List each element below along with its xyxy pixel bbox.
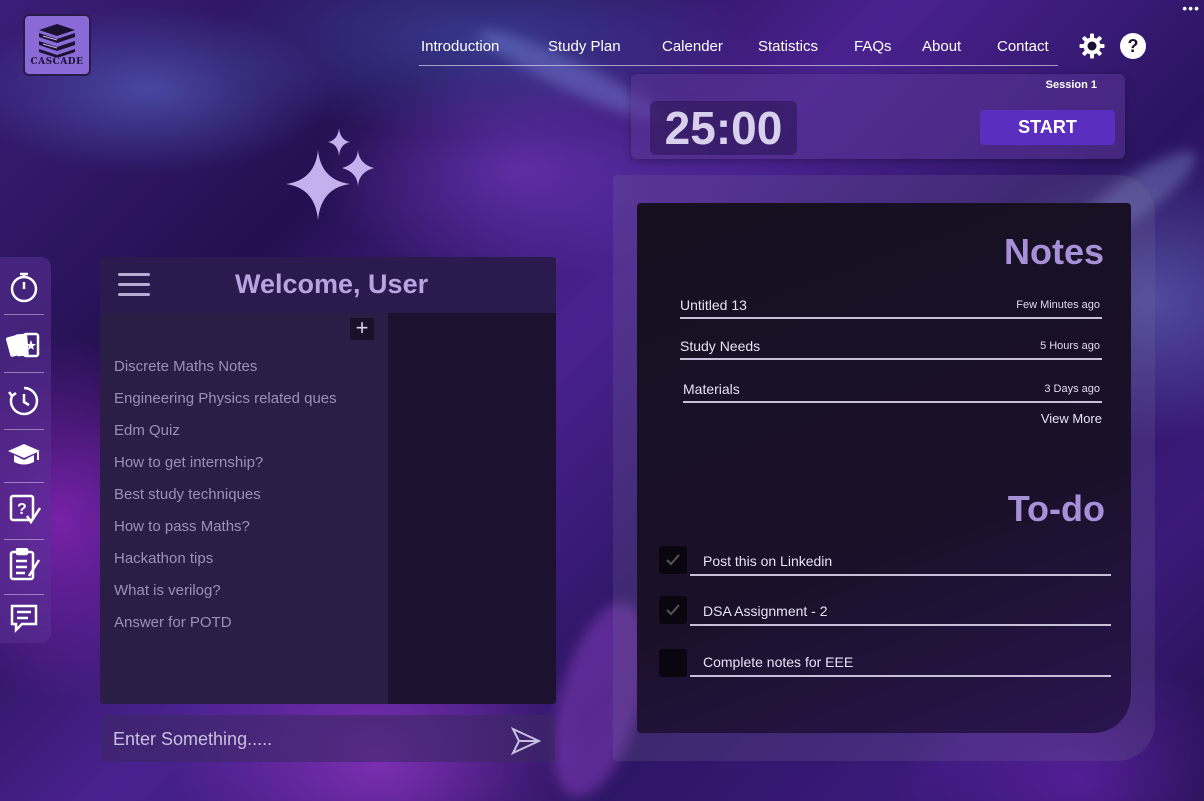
note-time: Few Minutes ago	[1016, 299, 1100, 311]
chat-history: + Discrete Maths Notes Engineering Physi…	[100, 313, 388, 704]
help-button[interactable]: ?	[1120, 33, 1146, 59]
note-name: Study Needs	[680, 338, 761, 354]
note-name: Materials	[683, 381, 740, 397]
notes-panel: Notes Untitled 13 Few Minutes ago Study …	[637, 203, 1131, 733]
flashcards-icon[interactable]	[6, 327, 42, 363]
history-item[interactable]: Best study techniques	[114, 486, 261, 503]
nav-statistics[interactable]: Statistics	[758, 38, 818, 55]
todo-text: Complete notes for EEE	[703, 654, 854, 670]
graduation-cap-icon[interactable]	[6, 437, 42, 473]
todo-checkbox[interactable]	[659, 649, 687, 677]
chat-panel: Welcome, User + Discrete Maths Notes Eng…	[100, 257, 556, 704]
welcome-title: Welcome, User	[235, 269, 429, 299]
history-item[interactable]: Answer for POTD	[114, 614, 232, 631]
nav-faqs[interactable]: FAQs	[854, 38, 892, 55]
books-icon	[39, 24, 75, 57]
pomodoro-timer: Session 1 25:00 START	[631, 74, 1125, 159]
chat-header: Welcome, User	[100, 257, 556, 313]
new-chat-button[interactable]: +	[350, 317, 374, 340]
sparkle-icon	[286, 128, 374, 220]
timer-display: 25:00	[650, 101, 797, 155]
cascade-logo[interactable]: CASCADE	[23, 14, 91, 76]
chat-icon[interactable]	[6, 600, 42, 636]
chat-input-bar	[101, 715, 555, 762]
todo-item[interactable]: DSA Assignment - 2	[690, 600, 1111, 626]
nav-about[interactable]: About	[922, 38, 961, 55]
session-label: Session 1	[1045, 79, 1097, 91]
history-item[interactable]: How to pass Maths?	[114, 518, 250, 535]
todo-checkbox[interactable]	[659, 596, 687, 624]
todo-title: To-do	[1007, 488, 1105, 529]
logo-text: CASCADE	[30, 57, 84, 67]
stopwatch-icon[interactable]	[6, 269, 42, 305]
history-item[interactable]: Discrete Maths Notes	[114, 358, 257, 375]
nav-study-plan[interactable]: Study Plan	[548, 38, 621, 55]
more-menu[interactable]: •••	[1182, 0, 1200, 16]
note-item[interactable]: Study Needs 5 Hours ago	[680, 338, 1102, 360]
notes-title: Notes	[1003, 231, 1104, 272]
note-item[interactable]: Materials 3 Days ago	[683, 381, 1102, 403]
note-time: 5 Hours ago	[1040, 340, 1100, 352]
note-time: 3 Days ago	[1044, 383, 1100, 395]
history-item[interactable]: Engineering Physics related ques	[114, 390, 337, 407]
quiz-icon[interactable]: ?	[6, 491, 42, 527]
start-button[interactable]: START	[980, 110, 1115, 145]
svg-text:?: ?	[17, 501, 27, 518]
note-name: Untitled 13	[680, 297, 747, 313]
history-item[interactable]: Hackathon tips	[114, 550, 213, 567]
todo-checkbox[interactable]	[659, 546, 687, 574]
top-nav: Introduction Study Plan Calender Statist…	[419, 36, 1058, 66]
todo-text: DSA Assignment - 2	[703, 603, 828, 619]
checkmark-icon	[666, 554, 680, 566]
note-item[interactable]: Untitled 13 Few Minutes ago	[680, 297, 1102, 319]
nav-calender[interactable]: Calender	[662, 38, 723, 55]
checkmark-icon	[666, 604, 680, 616]
history-item[interactable]: How to get internship?	[114, 454, 263, 471]
help-icon: ?	[1127, 35, 1139, 56]
menu-icon[interactable]	[118, 273, 150, 297]
view-more-link[interactable]: View More	[1041, 411, 1102, 426]
send-icon[interactable]	[511, 727, 541, 755]
history-item[interactable]: Edm Quiz	[114, 422, 180, 439]
nav-contact[interactable]: Contact	[997, 38, 1049, 55]
todo-item[interactable]: Complete notes for EEE	[690, 651, 1111, 677]
nav-introduction[interactable]: Introduction	[421, 38, 499, 55]
chat-input[interactable]	[113, 725, 493, 753]
checklist-icon[interactable]	[6, 547, 42, 583]
todo-item[interactable]: Post this on Linkedin	[690, 550, 1111, 576]
todo-text: Post this on Linkedin	[703, 553, 833, 569]
history-item[interactable]: What is verilog?	[114, 582, 221, 599]
settings-button[interactable]	[1079, 33, 1105, 59]
timer-icon[interactable]	[6, 383, 42, 419]
gear-icon	[1079, 33, 1105, 59]
sidebar: ?	[0, 257, 51, 643]
